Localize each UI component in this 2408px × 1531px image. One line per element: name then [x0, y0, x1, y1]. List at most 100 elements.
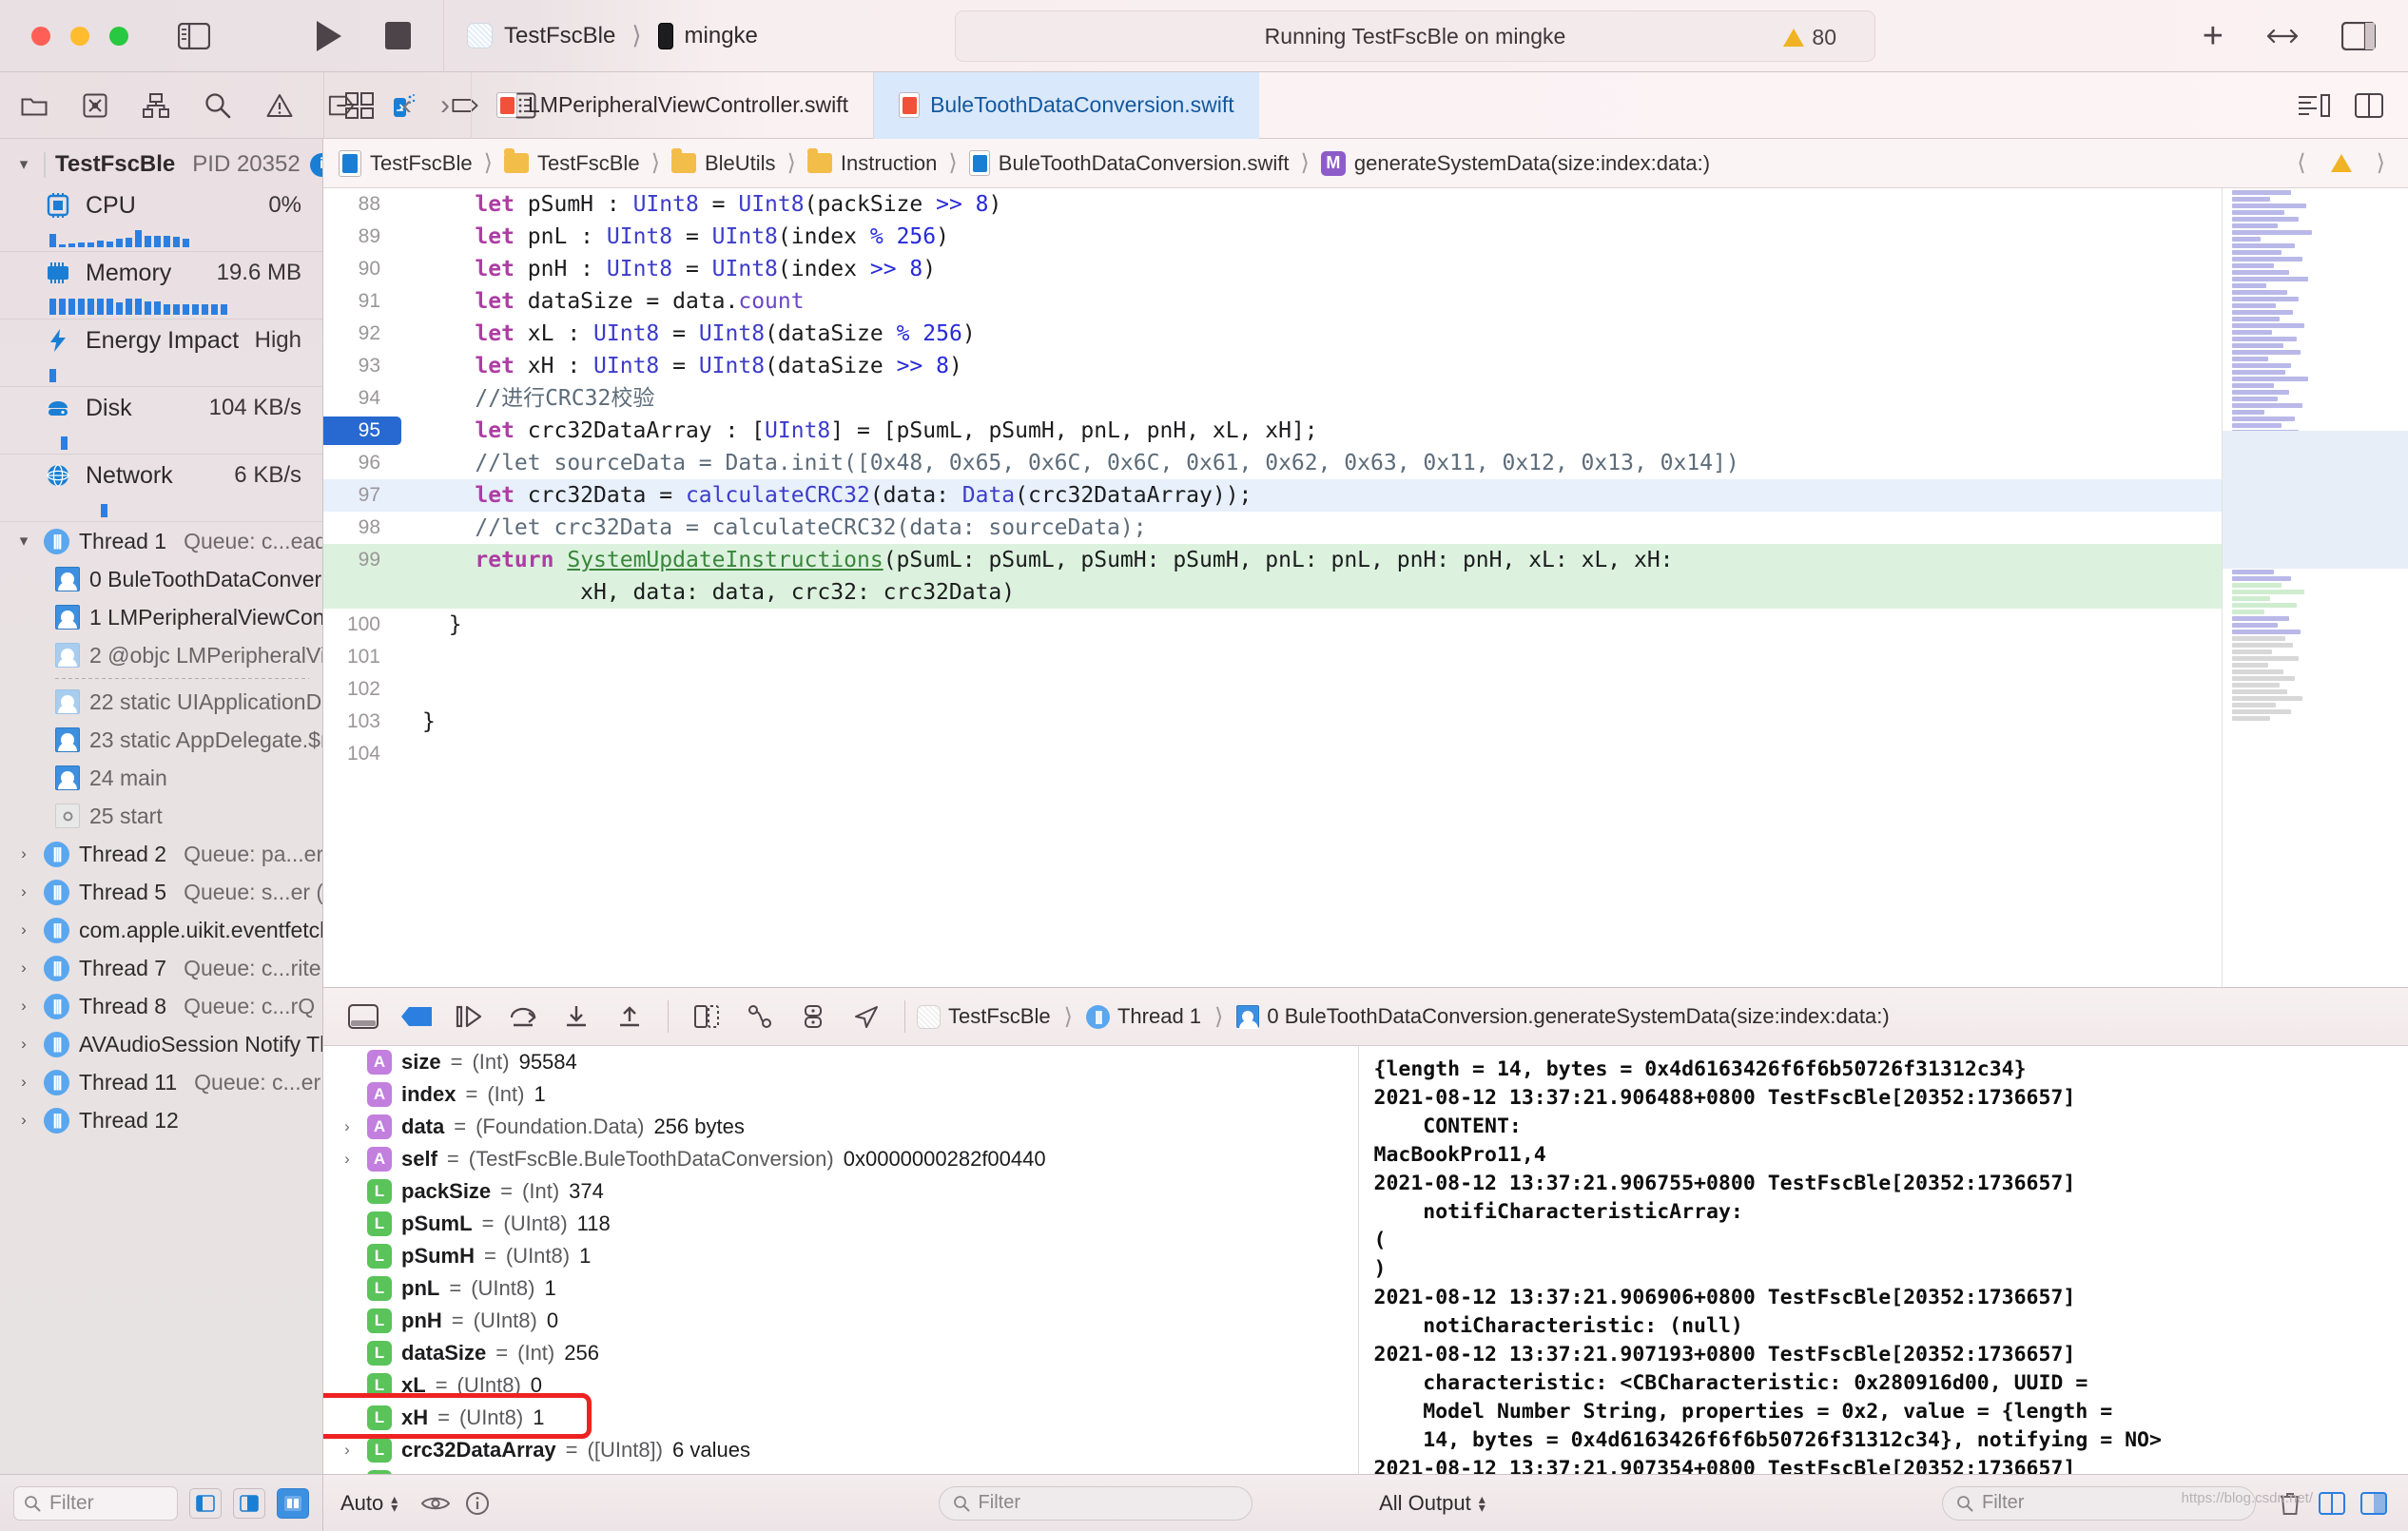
line-number[interactable]: 92	[323, 318, 401, 350]
line-number[interactable]: 95	[323, 417, 401, 445]
code-line[interactable]: 96 //let sourceData = Data.init([0x48, 0…	[323, 447, 2222, 479]
search-icon[interactable]	[204, 92, 231, 119]
tab-lmperipheralviewcontroller[interactable]: LMPeripheralViewController.swift	[471, 71, 873, 139]
code-line[interactable]: 93 let xH : UInt8 = UInt8(dataSize >> 8)	[323, 350, 2222, 382]
split-editor-icon[interactable]	[345, 91, 374, 119]
hide-console-icon[interactable]	[2353, 1484, 2395, 1522]
eye-icon[interactable]	[415, 1484, 456, 1522]
code-line[interactable]: 102	[323, 673, 2222, 706]
step-into-icon[interactable]	[550, 987, 603, 1046]
next-issue-icon[interactable]: ⟩	[2377, 149, 2385, 177]
disclosure-triangle-icon[interactable]: ⌄	[337, 1473, 358, 1474]
memory-graph-icon[interactable]	[786, 987, 840, 1046]
stack-frame-2[interactable]: 2 @objc LMPeripheralView...	[0, 636, 322, 674]
variable-row[interactable]: LxL = (UInt8) 0	[323, 1369, 1358, 1402]
tab-buletoothdataconversion[interactable]: BuleToothDataConversion.swift	[873, 71, 1259, 139]
code-line[interactable]: 91 let dataSize = data.count	[323, 285, 2222, 318]
stack-frame-25[interactable]: 25 start	[0, 797, 322, 835]
location-icon[interactable]	[840, 987, 893, 1046]
variables-view[interactable]: Asize = (Int) 95584 Aindex = (Int) 1 › Adata = (Fou…	[323, 1046, 1359, 1474]
thread-row-2[interactable]: › ||| Thread 2 Queue: pa...er (serial)	[0, 835, 322, 873]
previous-issue-icon[interactable]: ⟨	[2297, 149, 2305, 177]
chevron-right-icon[interactable]: ›	[13, 1073, 34, 1092]
line-number[interactable]: 93	[323, 350, 401, 382]
code-line[interactable]: 98 //let crc32Data = calculateCRC32(data…	[323, 512, 2222, 544]
breadcrumb-group-3[interactable]: Instruction	[806, 148, 937, 176]
stack-frame-23[interactable]: 23 static AppDelegate.$ma...	[0, 721, 322, 759]
warning-indicator[interactable]: 80	[1783, 11, 1852, 63]
code-lines[interactable]: 88 let pSumH : UInt8 = UInt8(packSize >>…	[323, 188, 2222, 770]
filter-queues-button[interactable]	[233, 1487, 265, 1519]
thread-row-11[interactable]: › ||| Thread 11 Queue: c...er (serial)	[0, 1063, 322, 1101]
stop-button[interactable]	[385, 22, 411, 49]
disclosure-triangle-icon[interactable]: ›	[337, 1441, 358, 1460]
console-output-selector[interactable]: All Output ▴ ▾	[1362, 1491, 1503, 1516]
minimap-toggle-icon[interactable]	[2298, 93, 2330, 118]
variables-filter-input[interactable]: Filter	[938, 1485, 1253, 1521]
toggle-inspector-icon[interactable]	[2341, 21, 2376, 50]
thread-row-8[interactable]: › ||| Thread 8 Queue: c...rQ (serial)	[0, 987, 322, 1025]
close-button[interactable]	[31, 26, 50, 46]
hide-debug-area-icon[interactable]	[337, 987, 390, 1046]
stack-frame-1[interactable]: 1 LMPeripheralViewControll...	[0, 598, 322, 636]
code-line[interactable]: 104	[323, 738, 2222, 770]
line-number[interactable]: 101	[323, 641, 401, 673]
add-editor-icon[interactable]: +	[2203, 18, 2224, 54]
variable-row[interactable]: Aindex = (Int) 1	[323, 1078, 1358, 1111]
process-row[interactable]: ▾ TestFscBle PID 20352 i |||	[0, 145, 322, 184]
toggle-navigator-icon[interactable]	[178, 22, 210, 49]
variable-row[interactable]: LdataSize = (Int) 256	[323, 1337, 1358, 1369]
warning-icon[interactable]	[266, 92, 293, 119]
continue-icon[interactable]	[443, 987, 496, 1046]
chevron-down-icon[interactable]: ▾	[13, 532, 34, 551]
breakpoint-toggle-icon[interactable]	[390, 987, 443, 1046]
breadcrumb-group-2[interactable]: BleUtils	[670, 148, 776, 176]
source-control-icon[interactable]	[83, 92, 107, 119]
chevron-right-icon[interactable]: ›	[13, 882, 34, 901]
view-hierarchy-icon[interactable]	[680, 987, 733, 1046]
line-number[interactable]: 94	[323, 382, 401, 415]
warning-icon[interactable]	[2330, 154, 2352, 172]
code-line[interactable]: 103}	[323, 706, 2222, 738]
chevron-right-icon[interactable]: ›	[13, 921, 34, 940]
debug-crumb-thread[interactable]: Thread 1	[1117, 1004, 1201, 1029]
code-line[interactable]: 99 return SystemUpdateInstructions(pSumL…	[323, 544, 2222, 576]
thread-row-eventfetch[interactable]: › ||| com.apple.uikit.eventfetch-th...	[0, 911, 322, 949]
line-number[interactable]: 97	[323, 479, 401, 512]
console-view[interactable]: {length = 14, bytes = 0x4d6163426f6f6b50…	[1358, 1046, 2408, 1474]
minimap[interactable]	[2222, 188, 2408, 987]
minimap-viewport[interactable]	[2223, 431, 2408, 569]
debug-crumb-process[interactable]: TestFscBle	[948, 1004, 1051, 1029]
code-line[interactable]: 94 //进行CRC32校验	[323, 382, 2222, 415]
chevron-down-icon[interactable]: ▾	[13, 155, 34, 174]
info-icon[interactable]: i	[309, 152, 322, 177]
variable-row[interactable]: › Adata = (Foundation.Data) 256 bytes	[323, 1111, 1358, 1143]
thread-row-7[interactable]: › ||| Thread 7 Queue: c...rite (serial)	[0, 949, 322, 987]
step-over-icon[interactable]	[496, 987, 550, 1046]
code-line[interactable]: 101	[323, 641, 2222, 673]
stack-frame-24[interactable]: 24 main	[0, 759, 322, 797]
step-out-icon[interactable]	[603, 987, 656, 1046]
line-number[interactable]: 100	[323, 609, 401, 641]
line-number[interactable]: 98	[323, 512, 401, 544]
stack-frame-22[interactable]: 22 static UIApplicationDele...	[0, 683, 322, 721]
navigator-filter-input[interactable]: Filter	[13, 1485, 178, 1521]
breadcrumb-project[interactable]: TestFscBle	[339, 149, 473, 177]
variable-row[interactable]: Asize = (Int) 95584	[323, 1046, 1358, 1078]
code-line[interactable]: 95 let crc32DataArray : [UInt8] = [pSumL…	[323, 415, 2222, 447]
chevron-right-icon[interactable]: ›	[13, 1035, 34, 1054]
line-number[interactable]: 90	[323, 253, 401, 285]
code-line[interactable]: 89 let pnL : UInt8 = UInt8(index % 256)	[323, 221, 2222, 253]
line-number[interactable]: 88	[323, 188, 401, 221]
variable-row[interactable]: LxH = (UInt8) 1	[323, 1402, 1358, 1434]
line-number[interactable]: 104	[323, 738, 401, 770]
line-number[interactable]: 89	[323, 221, 401, 253]
chevron-right-icon[interactable]: ›	[13, 997, 34, 1016]
line-number[interactable]: 103	[323, 706, 401, 738]
code-pane[interactable]: 88 let pSumH : UInt8 = UInt8(packSize >>…	[323, 188, 2222, 987]
disclosure-triangle-icon[interactable]: ›	[337, 1150, 358, 1169]
code-line[interactable]: 92 let xL : UInt8 = UInt8(dataSize % 256…	[323, 318, 2222, 350]
variable-row[interactable]: ⌄ Lcrc32Data = (Foundation.Data) 4 bytes	[323, 1466, 1358, 1474]
line-number[interactable]: 91	[323, 285, 401, 318]
thread-row-avaudiosession[interactable]: › ||| AVAudioSession Notify Threa...	[0, 1025, 322, 1063]
